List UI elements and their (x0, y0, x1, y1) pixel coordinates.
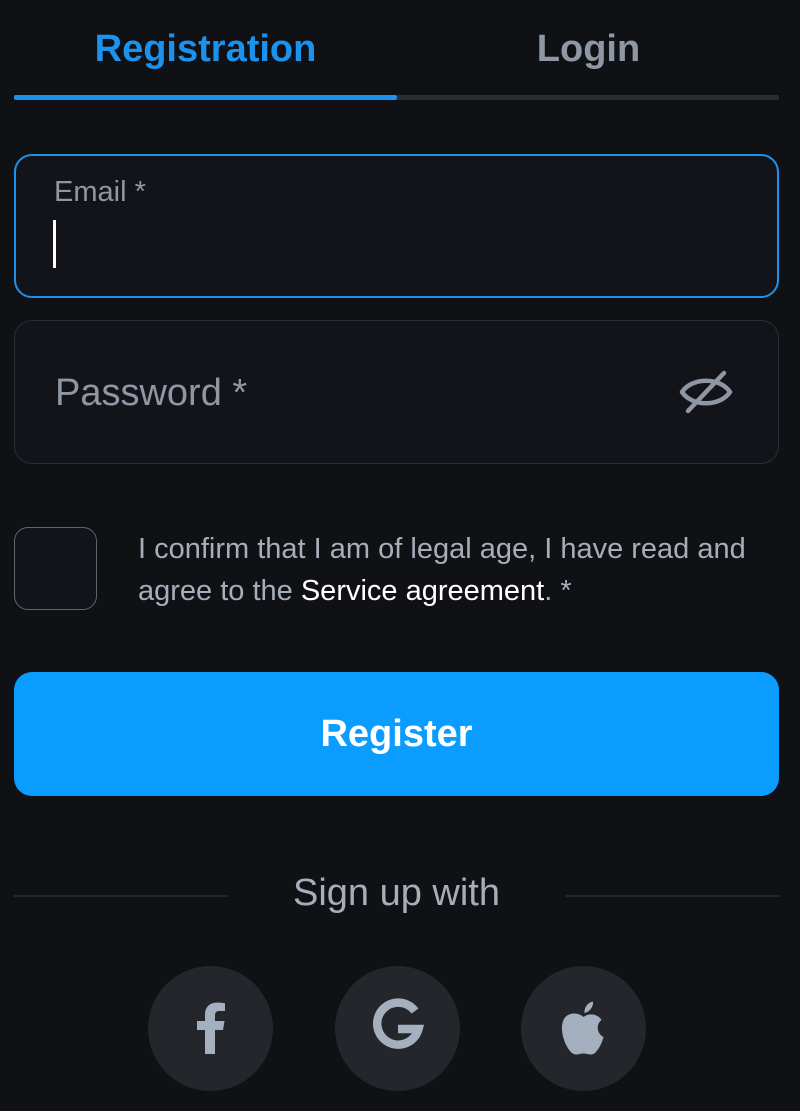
eye-off-icon[interactable] (678, 367, 734, 417)
email-label: Email * (54, 176, 146, 208)
password-field[interactable] (14, 320, 779, 464)
sign-up-with-label: Sign up with (292, 872, 500, 914)
tab-active-indicator (14, 95, 397, 100)
facebook-icon (197, 1002, 225, 1054)
apple-icon (561, 1001, 604, 1055)
divider-right (566, 895, 779, 897)
service-agreement-link[interactable]: Service agreement (301, 575, 544, 607)
email-input[interactable] (54, 216, 734, 272)
auth-tabs: Registration Login (14, 0, 779, 100)
consent-required-mark: . * (544, 575, 572, 607)
age-consent-checkbox[interactable] (14, 527, 97, 610)
divider-left (14, 895, 227, 897)
facebook-button[interactable] (148, 966, 273, 1091)
password-input[interactable] (53, 361, 653, 425)
google-icon (372, 998, 425, 1049)
apple-button[interactable] (521, 966, 646, 1091)
registration-form: Registration Login Email * I confirm tha… (0, 0, 800, 1111)
google-button[interactable] (335, 966, 460, 1091)
email-field[interactable]: Email * (14, 154, 779, 298)
register-button[interactable]: Register (14, 672, 779, 796)
tab-registration[interactable]: Registration (14, 28, 397, 71)
tab-login[interactable]: Login (397, 28, 780, 71)
consent-text: I confirm that I am of legal age, I have… (138, 528, 778, 612)
